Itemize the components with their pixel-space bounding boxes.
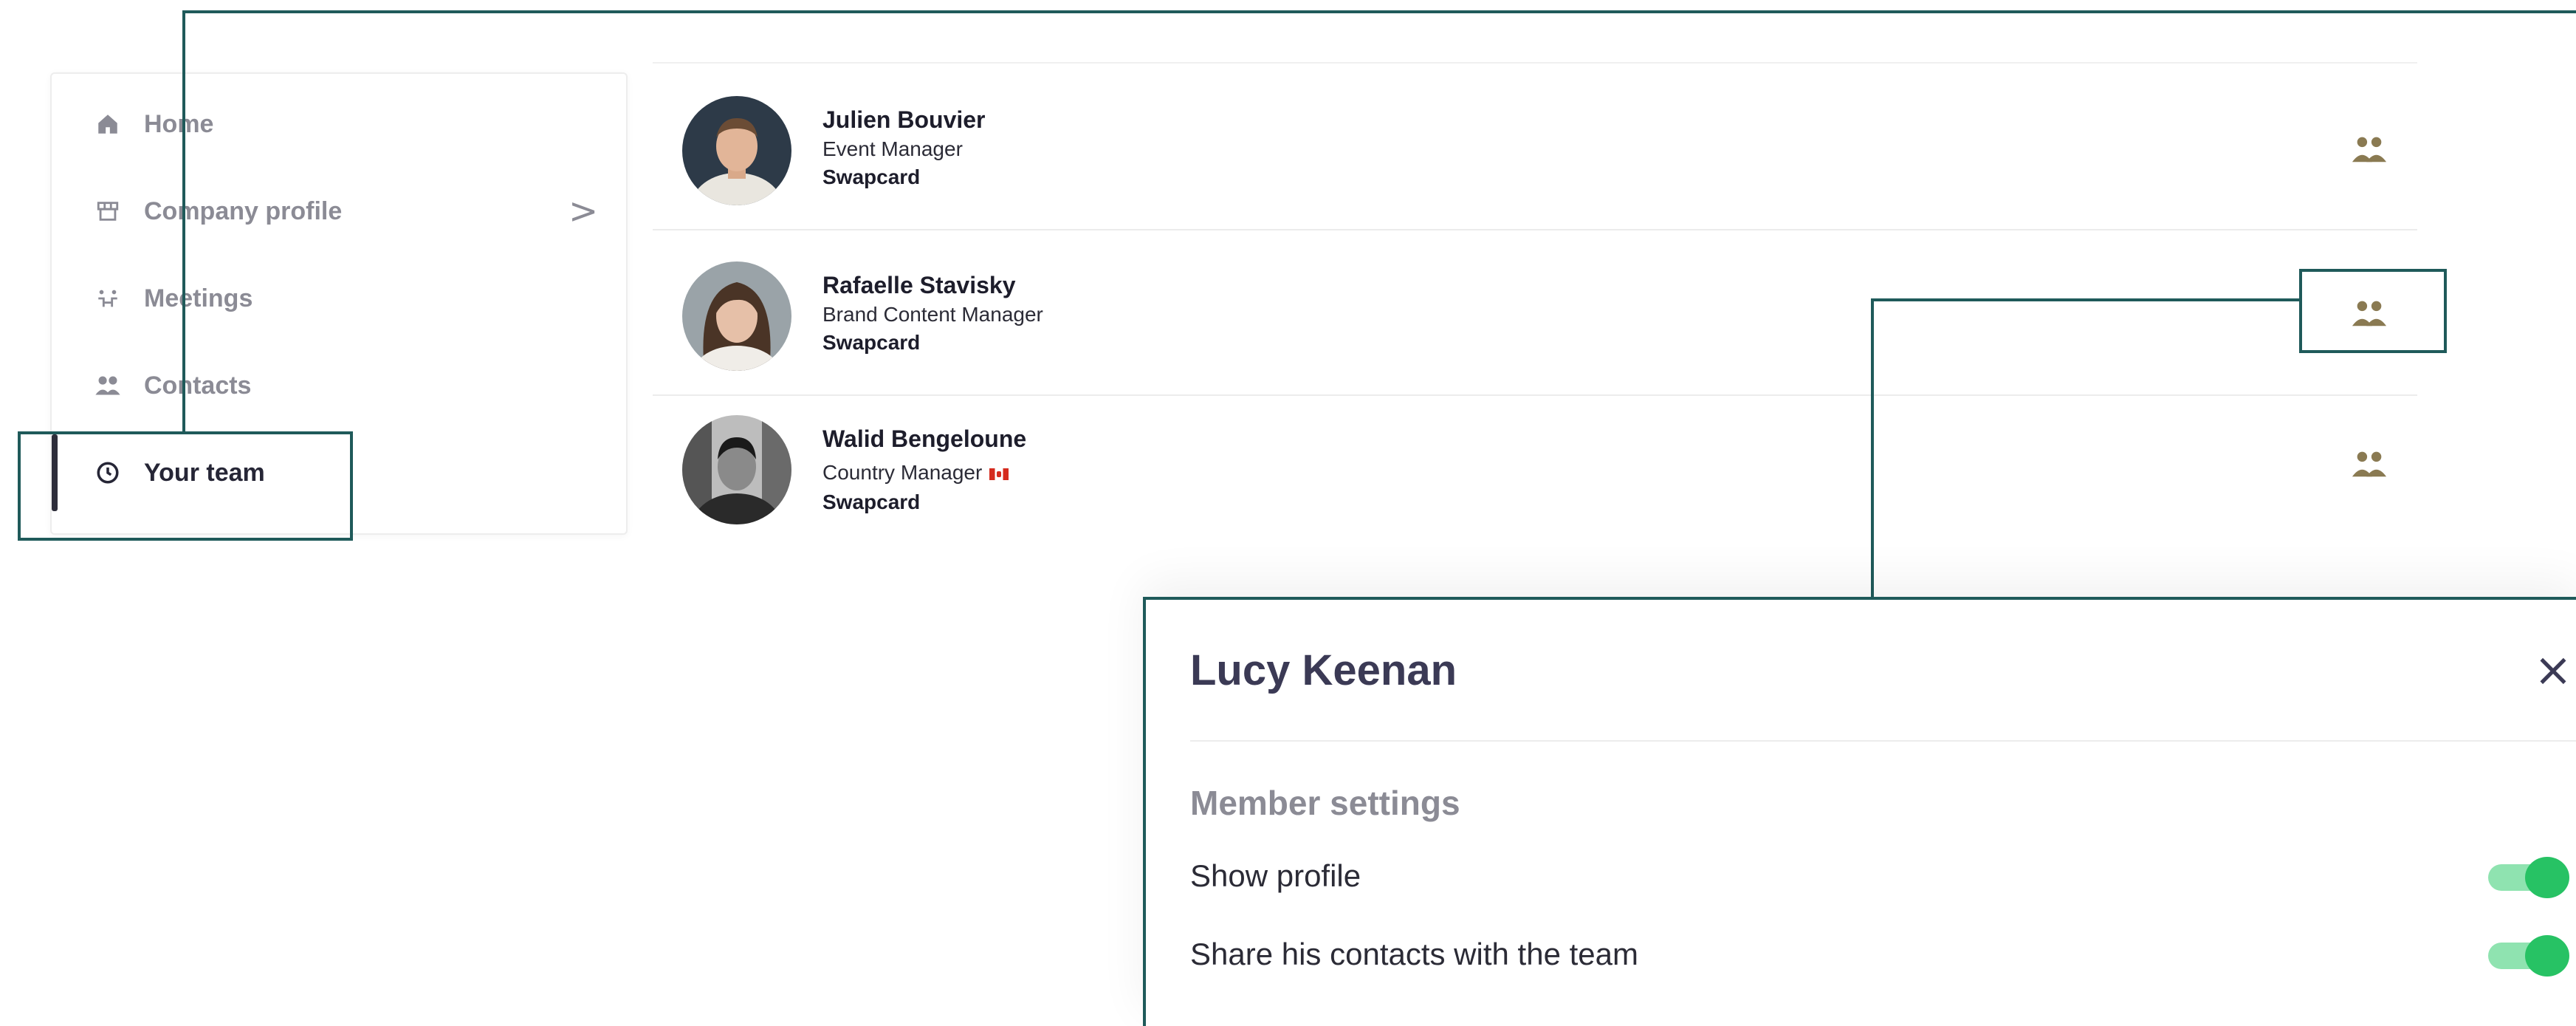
home-icon	[87, 103, 128, 145]
avatar	[682, 261, 791, 371]
member-title: Brand Content Manager	[822, 303, 1043, 326]
annotation-line	[182, 10, 185, 434]
annotation-line	[1871, 298, 1874, 598]
setting-label-share-contacts: Share his contacts with the team	[1190, 937, 1638, 971]
toggle-knob	[2525, 935, 2569, 977]
avatar	[682, 415, 791, 524]
member-name[interactable]: Walid Bengeloune	[822, 425, 1026, 453]
sidebar-item-label: Company profile	[144, 196, 343, 225]
annotation-line	[1871, 298, 2301, 301]
sidebar-item-contacts[interactable]: Contacts	[52, 341, 626, 430]
member-name[interactable]: Rafaelle Stavisky	[822, 272, 1016, 299]
member-title: Country Manager	[822, 461, 1009, 485]
list-item[interactable]: Julien Bouvier Event Manager Swapcard	[653, 62, 2417, 230]
chevron-right-icon[interactable]: >	[569, 191, 598, 232]
close-icon[interactable]: ×	[2534, 643, 2572, 697]
sidebar-item-company-profile[interactable]: Company profile >	[52, 167, 626, 256]
sidebar-item-label: Home	[144, 109, 214, 138]
member-company: Swapcard	[822, 165, 921, 188]
canada-flag-icon	[989, 468, 1009, 480]
sidebar-item-label: Contacts	[144, 371, 252, 400]
team-settings-icon[interactable]	[2351, 449, 2388, 479]
sidebar-item-home[interactable]: Home	[52, 80, 626, 168]
sidebar-item-label: Meetings	[144, 284, 253, 312]
member-title: Event Manager	[822, 137, 963, 160]
panel-title: Lucy Keenan	[1190, 646, 1457, 694]
setting-label-show-profile: Show profile	[1190, 858, 1361, 893]
meetings-icon	[87, 278, 128, 319]
show-profile-toggle[interactable]	[2488, 857, 2569, 898]
avatar	[682, 96, 791, 205]
section-heading: Member settings	[1190, 784, 1460, 822]
annotation-line	[182, 10, 2576, 13]
team-member-list: Julien Bouvier Event Manager Swapcard Ra…	[653, 62, 2417, 542]
member-name[interactable]: Julien Bouvier	[822, 106, 986, 134]
sidebar-item-meetings[interactable]: Meetings	[52, 254, 626, 343]
list-item[interactable]: Walid Bengeloune Country Manager Swapcar…	[653, 396, 2417, 542]
share-contacts-toggle[interactable]	[2488, 935, 2569, 977]
storefront-icon	[87, 191, 128, 232]
divider	[1190, 740, 2576, 742]
team-settings-icon[interactable]	[2351, 134, 2388, 164]
annotation-box-team-icon	[2299, 269, 2447, 353]
annotation-box-your-team	[18, 431, 353, 541]
toggle-knob	[2525, 857, 2569, 898]
member-company: Swapcard	[822, 490, 921, 513]
member-settings-panel: Lucy Keenan × Member settings Show profi…	[1143, 597, 2576, 1026]
member-title-text: Country Manager	[822, 461, 983, 484]
member-company: Swapcard	[822, 331, 921, 354]
list-item[interactable]: Rafaelle Stavisky Brand Content Manager …	[653, 229, 2417, 396]
contacts-icon	[87, 365, 128, 406]
